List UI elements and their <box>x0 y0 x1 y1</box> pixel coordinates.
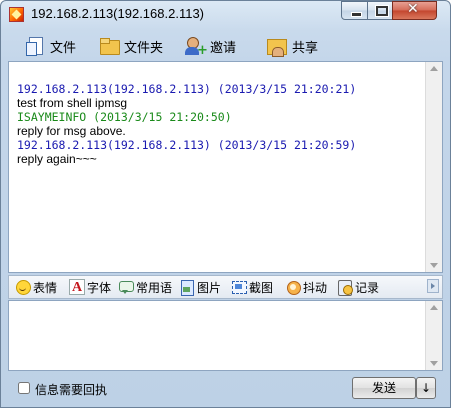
scroll-up-icon[interactable] <box>430 305 438 310</box>
minimize-button[interactable] <box>341 1 368 20</box>
emoji-button[interactable]: 表情 <box>15 278 57 296</box>
image-label: 图片 <box>197 280 222 295</box>
message-text: reply again~~~ <box>17 152 97 166</box>
emoji-label: 表情 <box>33 280 58 295</box>
screenshot-button[interactable]: 截图 <box>231 278 273 296</box>
message-header: 192.168.2.113(192.168.2.113) (2013/3/15 … <box>17 82 357 96</box>
receipt-checkbox[interactable] <box>18 382 30 394</box>
maximize-button[interactable] <box>367 1 393 20</box>
font-label: 字体 <box>87 280 112 295</box>
scroll-down-icon[interactable] <box>430 361 438 366</box>
message-header: 192.168.2.113(192.168.2.113) (2013/3/15 … <box>17 138 357 152</box>
share-label: 共享 <box>292 40 319 56</box>
message-history[interactable]: 192.168.2.113(192.168.2.113) (2013/3/15 … <box>8 61 443 273</box>
send-folder-button[interactable]: 文件夹 <box>98 34 163 58</box>
scroll-down-icon[interactable] <box>430 263 438 268</box>
send-file-label: 文件 <box>50 40 77 56</box>
toolbar: 文件 文件夹 + 邀请 共享 <box>8 31 444 61</box>
message-input[interactable] <box>9 301 426 370</box>
invite-label: 邀请 <box>210 40 237 56</box>
font-button[interactable]: A 字体 <box>69 278 111 296</box>
send-file-button[interactable]: 文件 <box>24 34 76 58</box>
shake-label: 抖动 <box>303 280 328 295</box>
invite-button[interactable]: + 邀请 <box>184 34 236 58</box>
file-icon <box>24 35 46 57</box>
close-icon: ✕ <box>407 1 419 17</box>
scroll-up-icon[interactable] <box>430 66 438 71</box>
message-list: 192.168.2.113(192.168.2.113) (2013/3/15 … <box>17 82 422 166</box>
send-options-button[interactable]: ↓ <box>416 377 436 399</box>
history-record-label: 记录 <box>355 280 380 295</box>
chat-window: 192.168.2.113(192.168.2.113) ✕ 文件 文件夹 + … <box>0 0 451 408</box>
input-scrollbar[interactable] <box>425 301 442 370</box>
close-button[interactable]: ✕ <box>392 1 437 20</box>
message-text: test from shell ipmsg <box>17 96 128 110</box>
format-toolbar: 表情 A 字体 常用语 图片 截图 抖动 记录 <box>8 275 443 299</box>
title-bar[interactable]: 192.168.2.113(192.168.2.113) ✕ <box>1 1 450 27</box>
shake-button[interactable]: 抖动 <box>285 278 327 296</box>
image-icon <box>179 279 195 296</box>
message-input-area[interactable] <box>8 300 443 371</box>
history-scrollbar[interactable] <box>425 62 442 272</box>
share-button[interactable]: 共享 <box>266 34 318 58</box>
screenshot-label: 截图 <box>249 280 274 295</box>
send-button[interactable]: 发送 <box>352 377 416 399</box>
minimize-icon <box>351 12 362 17</box>
window-title: 192.168.2.113(192.168.2.113) <box>31 6 204 21</box>
bottom-bar: 信息需要回执 发送 ↓ <box>8 374 444 404</box>
send-folder-label: 文件夹 <box>124 40 164 56</box>
phrases-label: 常用语 <box>136 280 173 295</box>
app-icon <box>9 7 24 22</box>
font-icon: A <box>69 279 85 295</box>
message-text: reply for msg above. <box>17 124 126 138</box>
screenshot-icon <box>231 279 247 295</box>
message-header: ISAYMEINFO (2013/3/15 21:20:50) <box>17 110 232 124</box>
shake-icon <box>285 279 301 295</box>
more-arrow-icon[interactable] <box>427 279 439 293</box>
invite-user-icon: + <box>184 35 208 57</box>
speech-bubble-icon <box>118 279 134 295</box>
history-record-button[interactable]: 记录 <box>337 278 379 296</box>
folder-icon <box>98 35 120 57</box>
phrases-button[interactable]: 常用语 <box>118 278 172 296</box>
receipt-label: 信息需要回执 <box>35 383 108 397</box>
smiley-icon <box>15 279 31 295</box>
image-button[interactable]: 图片 <box>179 278 221 296</box>
maximize-icon <box>376 6 388 16</box>
record-icon <box>337 279 353 296</box>
share-folder-icon <box>266 35 288 57</box>
